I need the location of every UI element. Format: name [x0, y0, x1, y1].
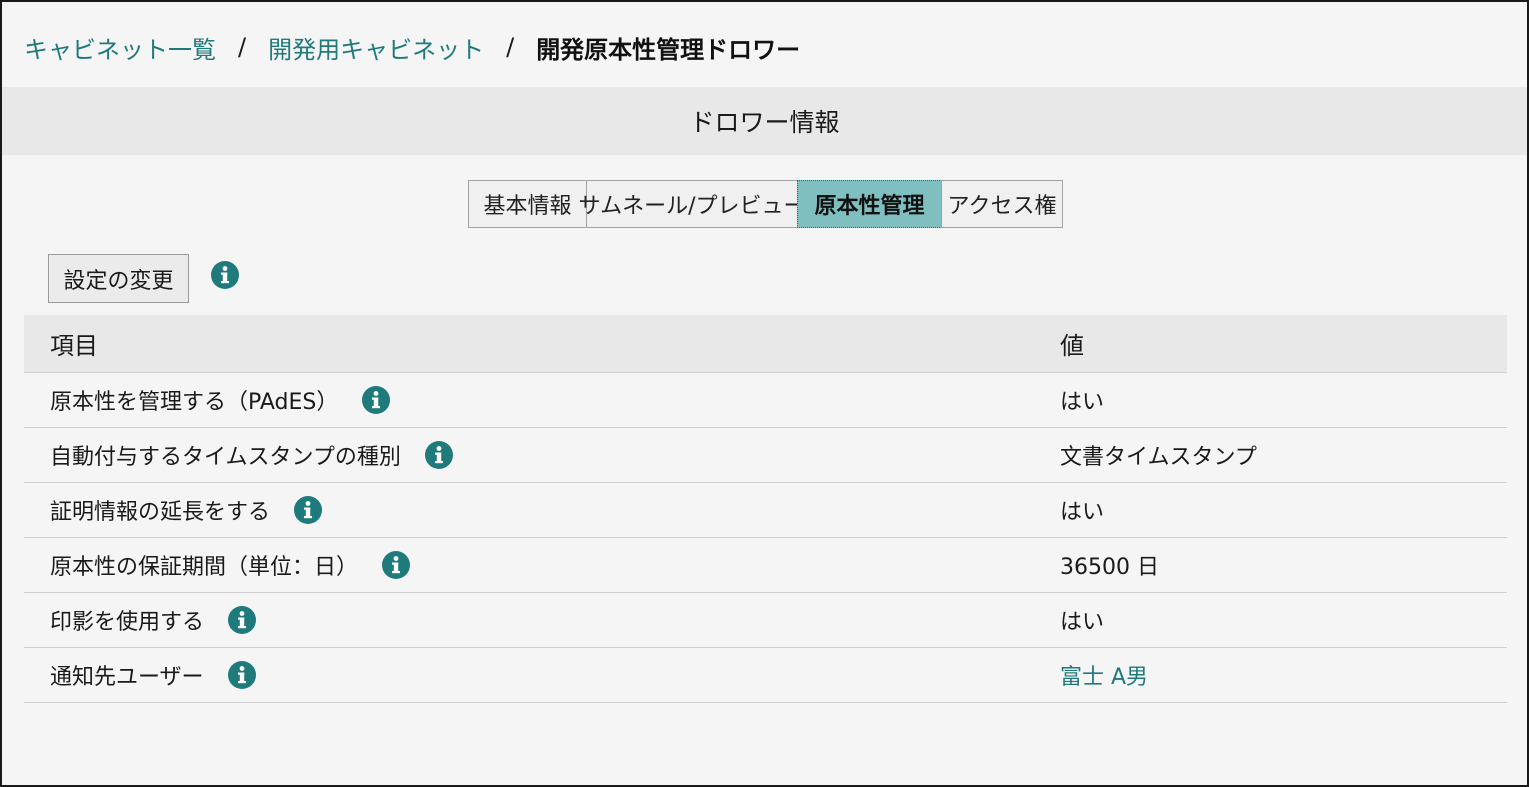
info-icon[interactable]: [294, 496, 323, 524]
tab-authenticity[interactable]: 原本性管理: [797, 180, 942, 228]
row-value: はい: [1060, 390, 1105, 415]
tab-bar: 基本情報 サムネール/プレビュー 原本性管理 アクセス権: [468, 180, 1063, 230]
row-value: はい: [1060, 610, 1105, 635]
row-label-retention-period: 原本性の保証期間（単位：日）: [50, 555, 359, 580]
breadcrumb-link-cabinet-list[interactable]: キャビネット一覧: [24, 30, 216, 65]
table-row: 自動付与するタイムスタンプの種別 文書タイムスタンプ: [24, 428, 1507, 483]
row-value: 文書タイムスタンプ: [1060, 445, 1257, 470]
table-row: 証明情報の延長をする はい: [24, 483, 1507, 538]
breadcrumb: キャビネット一覧 / 開発用キャビネット / 開発原本性管理ドロワー: [24, 28, 800, 66]
section-header: ドロワー情報: [2, 87, 1527, 155]
column-header-item: 項目: [50, 332, 98, 360]
info-icon[interactable]: [362, 386, 391, 414]
breadcrumb-separator: /: [506, 33, 515, 61]
breadcrumb-separator: /: [238, 33, 247, 61]
tab-access-rights[interactable]: アクセス権: [941, 180, 1063, 228]
authenticity-settings-table: 項目 値 原本性を管理する（PAdES） はい 自動付与するタイムスタンプの種別…: [24, 315, 1507, 703]
info-icon[interactable]: [227, 661, 256, 689]
table-row: 原本性の保証期間（単位：日） 36500 日: [24, 538, 1507, 593]
row-label-manage-authenticity: 原本性を管理する（PAdES）: [50, 390, 339, 415]
table-row: 原本性を管理する（PAdES） はい: [24, 373, 1507, 428]
row-label-extend-certificate: 証明情報の延長をする: [50, 500, 271, 525]
row-label-use-seal: 印影を使用する: [50, 610, 205, 635]
section-title: ドロワー情報: [689, 108, 840, 137]
breadcrumb-link-dev-cabinet[interactable]: 開発用キャビネット: [268, 30, 484, 65]
info-icon[interactable]: [382, 551, 411, 579]
breadcrumb-current-drawer: 開発原本性管理ドロワー: [536, 35, 801, 64]
row-label-timestamp-type: 自動付与するタイムスタンプの種別: [50, 445, 401, 470]
notify-user-link[interactable]: 富士 A男: [1060, 659, 1148, 691]
tab-basic-info[interactable]: 基本情報: [468, 180, 587, 228]
table-header-row: 項目 値: [24, 315, 1507, 373]
column-header-value: 値: [1060, 332, 1084, 360]
info-icon[interactable]: [228, 606, 257, 634]
row-label-notify-user: 通知先ユーザー: [50, 665, 204, 690]
row-value: 36500 日: [1060, 555, 1159, 580]
table-row: 印影を使用する はい: [24, 593, 1507, 648]
info-icon[interactable]: [424, 441, 453, 469]
table-row: 通知先ユーザー 富士 A男: [24, 648, 1507, 703]
row-value: はい: [1060, 500, 1105, 525]
info-icon[interactable]: [211, 261, 239, 289]
change-settings-button[interactable]: 設定の変更: [48, 254, 189, 303]
tab-thumbnail-preview[interactable]: サムネール/プレビュー: [579, 180, 806, 228]
